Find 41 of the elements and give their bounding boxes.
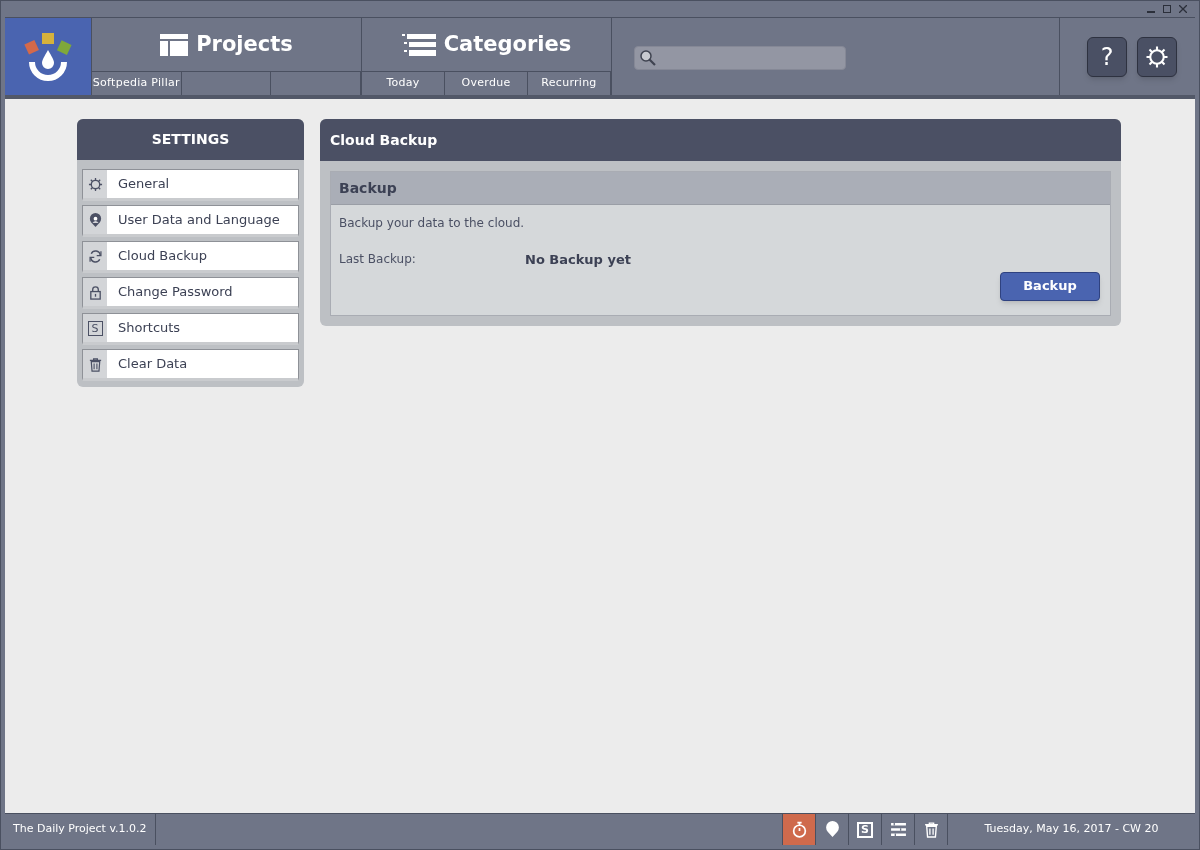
header-tab[interactable]: Overdue <box>445 72 528 95</box>
settings-menu-item[interactable]: S Shortcuts <box>82 313 299 345</box>
settings-menu-item[interactable]: General <box>82 169 299 201</box>
search-field[interactable] <box>634 46 846 70</box>
settings-menu-item[interactable]: User Data and Language <box>82 205 299 237</box>
user-pin-icon <box>87 212 103 228</box>
lock-icon <box>87 284 103 300</box>
columns-icon <box>160 33 189 56</box>
settings-menu-item[interactable]: Cloud Backup <box>82 241 299 273</box>
settings-icon <box>1145 44 1169 69</box>
shortcut-icon: S <box>87 320 103 336</box>
backup-button[interactable]: Backup <box>1000 271 1100 301</box>
gear-icon <box>87 176 103 192</box>
list-icon <box>889 821 907 838</box>
settings-menu-item[interactable]: Change Password <box>82 277 299 309</box>
list-icon <box>401 33 436 56</box>
maximize-icon[interactable] <box>1163 5 1171 13</box>
panel-title: Cloud Backup <box>320 119 1121 161</box>
search-icon <box>639 49 657 67</box>
trash-icon <box>87 356 103 372</box>
help-button[interactable]: ? <box>1087 36 1127 77</box>
stopwatch-button[interactable] <box>782 814 815 845</box>
projects-title[interactable]: Projects <box>196 28 293 61</box>
close-icon[interactable] <box>1179 5 1187 13</box>
trash-icon <box>922 821 940 838</box>
settings-title: SETTINGS <box>77 119 304 160</box>
categories-title[interactable]: Categories <box>443 28 572 61</box>
settings-button[interactable] <box>1137 36 1177 77</box>
header-tab[interactable]: Softpedia Pillar <box>92 72 182 95</box>
last-backup-value: No Backup yet <box>525 251 631 269</box>
header-tab[interactable]: Recurring <box>528 72 611 95</box>
description: Backup your data to the cloud. <box>339 215 525 232</box>
stopwatch-icon <box>790 821 808 838</box>
settings-menu-item[interactable]: Clear Data <box>82 349 299 381</box>
date-label: Tuesday, May 16, 2017 - CW 20 <box>947 814 1195 845</box>
sync-icon <box>87 248 103 264</box>
header-tab[interactable]: Today <box>362 72 445 95</box>
section-title: Backup <box>331 172 1110 205</box>
last-backup-label: Last Backup: <box>339 251 417 268</box>
version-label: The Daily Project v.1.0.2 <box>5 814 156 845</box>
user-pin-icon <box>823 821 841 838</box>
